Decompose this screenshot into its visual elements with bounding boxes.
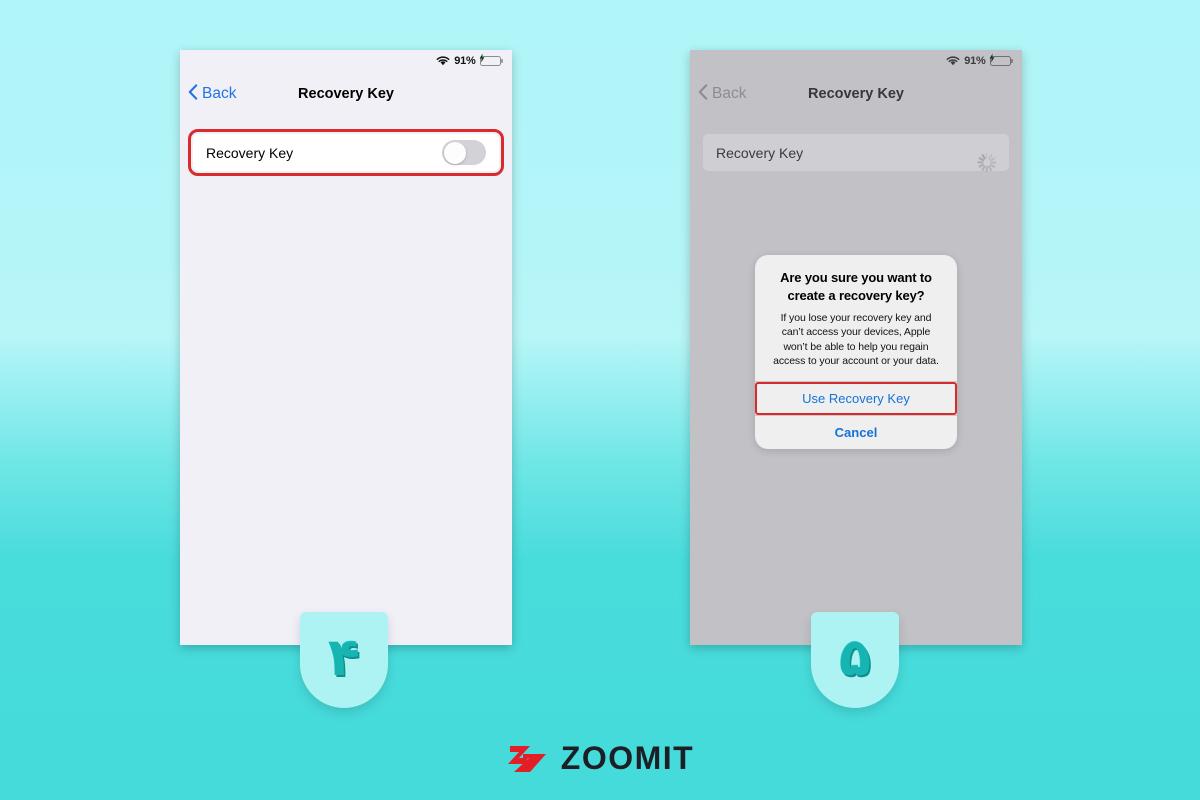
back-button[interactable]: Back xyxy=(188,83,237,105)
back-button[interactable]: Back xyxy=(698,83,747,105)
toggle-knob xyxy=(443,141,466,164)
settings-list: Recovery Key xyxy=(180,116,512,176)
zoomit-z-mark-icon xyxy=(506,743,550,775)
step-badge-4: ۴ xyxy=(300,612,388,708)
wifi-icon xyxy=(436,56,450,66)
back-button-label: Back xyxy=(202,85,237,102)
battery-percent-label: 91% xyxy=(964,55,986,67)
recovery-key-row-label: Recovery Key xyxy=(206,144,294,161)
zoomit-wordmark: ZOOMIT xyxy=(560,740,695,776)
cancel-button[interactable]: Cancel xyxy=(755,416,957,449)
dialog-title: Are you sure you want to create a recove… xyxy=(780,270,932,304)
back-button-label: Back xyxy=(712,85,747,102)
battery-charging-icon xyxy=(479,53,503,67)
battery-percent-label: 91% xyxy=(454,55,476,67)
zoomit-watermark: ZOOMIT xyxy=(0,740,1200,777)
recovery-key-toggle[interactable] xyxy=(442,140,486,165)
step-badge-5: ۵ xyxy=(811,612,899,708)
dialog-body: Are you sure you want to create a recove… xyxy=(755,255,957,381)
step-badge-number: ۵ xyxy=(839,628,871,688)
phone-screenshot-right: 91% Back Recovery Key Recovery Key Are y… xyxy=(690,50,1022,645)
chevron-left-icon xyxy=(698,83,708,105)
recovery-key-row-label: Recovery Key xyxy=(716,144,804,161)
loading-spinner-icon xyxy=(977,143,997,172)
status-bar: 91% xyxy=(690,50,1022,72)
use-recovery-key-button[interactable]: Use Recovery Key xyxy=(755,381,957,415)
wifi-icon xyxy=(946,56,960,66)
dialog-message: If you lose your recovery key and can’t … xyxy=(773,311,939,368)
recovery-key-row[interactable]: Recovery Key xyxy=(703,134,1009,172)
settings-list: Recovery Key xyxy=(690,116,1022,172)
step-badge-number: ۴ xyxy=(328,628,360,688)
chevron-left-icon xyxy=(188,83,198,105)
battery-charging-icon xyxy=(989,53,1013,67)
confirmation-dialog: Are you sure you want to create a recove… xyxy=(755,255,957,449)
navigation-bar: Back Recovery Key xyxy=(180,72,512,116)
recovery-key-row[interactable]: Recovery Key xyxy=(188,129,504,176)
navigation-bar: Back Recovery Key xyxy=(690,72,1022,116)
phone-screenshot-left: 91% Back Recovery Key Recovery Key xyxy=(180,50,512,645)
status-bar: 91% xyxy=(180,50,512,72)
